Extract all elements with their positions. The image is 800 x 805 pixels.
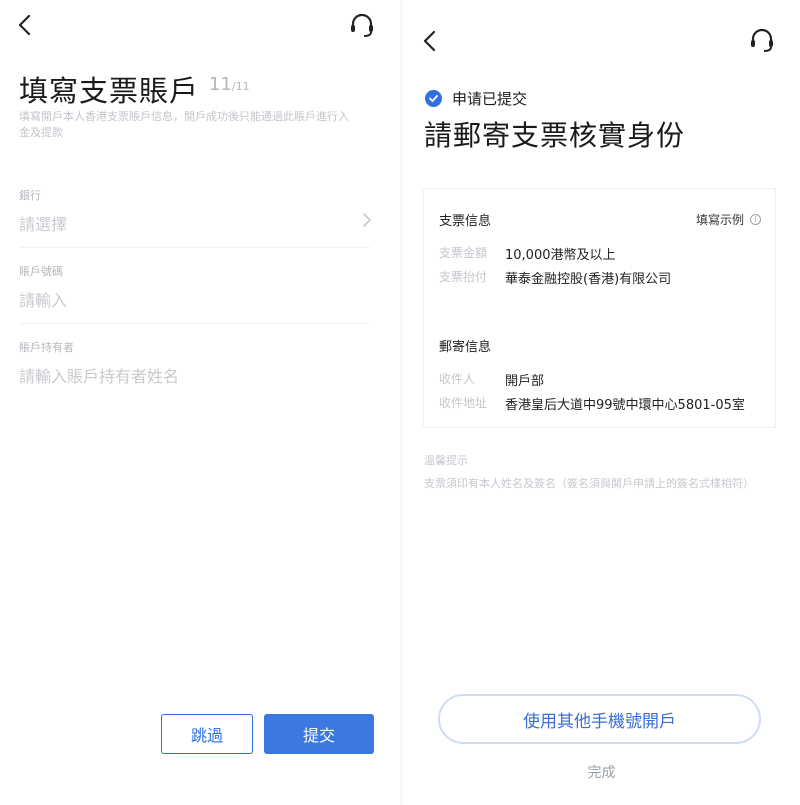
cheque-amount-key: 支票金額 (439, 246, 488, 260)
info-card: 支票信息 填寫示例 i 支票金額 10,000港幣及以上 支票抬付 華泰金融控股… (423, 188, 776, 428)
info-icon: i (750, 214, 761, 225)
bank-field[interactable]: 銀行 請選擇 (19, 187, 370, 235)
address-row: 收件地址 香港皇后大道中99號中環中心5801-05室 (439, 394, 745, 413)
cheque-payee-key: 支票抬付 (439, 270, 488, 284)
cheque-amount-value: 10,000港幣及以上 (505, 248, 616, 263)
status-text: 申请已提交 (452, 90, 528, 108)
done-button[interactable]: 完成 (403, 762, 800, 782)
headset-icon[interactable] (348, 11, 376, 39)
bank-label: 銀行 (19, 189, 41, 202)
recipient-key: 收件人 (439, 372, 476, 386)
page-description: 填寫開戶本人香港支票賬戶信息，開戶成功後只能通過此賬戶進行入金及提款 (19, 110, 349, 139)
recipient-value: 開戶部 (505, 374, 545, 389)
cheque-payee-row: 支票抬付 華泰金融控股(香港)有限公司 (439, 268, 671, 287)
other-phone-button[interactable]: 使用其他手機號開戶 (438, 694, 761, 744)
cheque-section-title: 支票信息 (439, 214, 492, 229)
step-current: 11 (209, 74, 232, 95)
back-icon[interactable] (419, 29, 441, 53)
check-circle-icon (425, 90, 442, 107)
step-total: /11 (231, 80, 250, 93)
fill-example-link[interactable]: 填寫示例 i (696, 211, 761, 228)
left-screen: 填寫支票賬戶 11/11 填寫開戶本人香港支票賬戶信息，開戶成功後只能通過此賬戶… (0, 0, 400, 805)
account-holder-label: 賬戶持有者 (19, 341, 74, 354)
divider (19, 247, 370, 248)
fill-example-label: 填寫示例 (695, 213, 744, 227)
back-icon[interactable] (14, 13, 36, 37)
page-title: 請郵寄支票核實身份 (424, 119, 686, 152)
cheque-amount-row: 支票金額 10,000港幣及以上 (439, 244, 616, 263)
step-counter: 11/11 (209, 74, 250, 95)
recipient-row: 收件人 開戶部 (439, 370, 544, 389)
tip-text: 支票須印有本人姓名及簽名（簽名須與開戶申請上的簽名式樣相符） (424, 477, 754, 490)
headset-icon[interactable] (748, 26, 776, 54)
address-key: 收件地址 (439, 396, 488, 410)
account-number-label: 賬戶號碼 (19, 265, 63, 278)
skip-button[interactable]: 跳過 (161, 714, 253, 754)
account-number-field[interactable]: 賬戶號碼 請輸入 (19, 263, 370, 311)
submission-status: 申请已提交 (425, 88, 527, 109)
submit-button[interactable]: 提交 (264, 714, 374, 754)
account-number-input[interactable]: 請輸入 (19, 287, 370, 311)
account-holder-field[interactable]: 賬戶持有者 請輸入賬戶持有者姓名 (19, 339, 370, 387)
mail-section-title: 郵寄信息 (439, 340, 492, 355)
tip-title: 溫馨提示 (424, 454, 468, 467)
divider (19, 323, 370, 324)
bank-select[interactable]: 請選擇 (19, 211, 370, 235)
chevron-right-icon (362, 212, 372, 232)
address-value: 香港皇后大道中99號中環中心5801-05室 (505, 398, 745, 413)
page-title: 填寫支票賬戶 (19, 74, 200, 108)
cheque-payee-value: 華泰金融控股(香港)有限公司 (505, 272, 672, 287)
account-holder-input[interactable]: 請輸入賬戶持有者姓名 (19, 363, 370, 387)
right-screen: 申请已提交 請郵寄支票核實身份 支票信息 填寫示例 i 支票金額 10,000港… (403, 0, 800, 805)
